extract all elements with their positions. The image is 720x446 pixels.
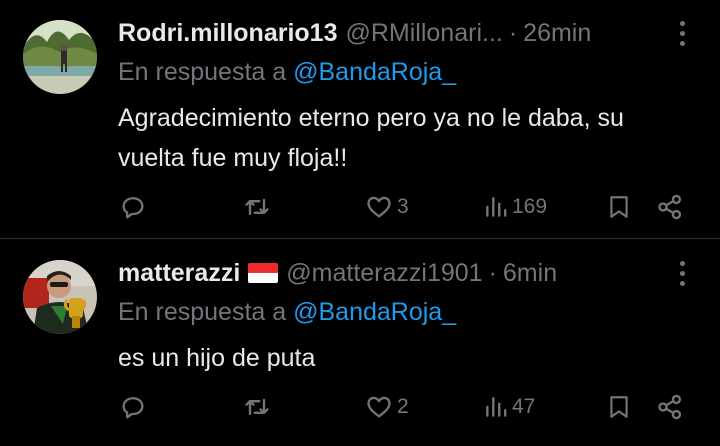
tweet-text-line: Agradecimiento eterno pero ya no le daba… [118,104,624,132]
like-button[interactable]: 2 [364,391,409,423]
views-icon [486,197,507,217]
reply-prefix: En respuesta a [118,58,287,86]
retweet-icon [245,198,269,216]
display-name[interactable]: Rodri.millonario13 [118,19,337,48]
share-button[interactable] [656,191,684,223]
tweet-text: Agradecimiento eterno pero ya no le daba… [118,98,624,178]
reply-mention-link[interactable]: @BandaRoja_ [293,298,456,326]
separator-dot: · [508,18,518,47]
retweet-button[interactable] [242,191,272,223]
view-count: 47 [512,395,536,418]
share-icon [658,194,682,220]
tweet-header: Rodri.millonario13 @RMillonari... · 26mi… [118,16,660,50]
retweet-icon [245,398,269,416]
timestamp[interactable]: 6min [503,259,557,288]
reply-prefix: En respuesta a [118,298,287,326]
more-icon[interactable] [672,18,692,48]
tweet[interactable]: matterazzi @matterazzi1901 · 6min En res… [0,239,720,446]
reply-icon [122,397,144,419]
reply-context: En respuesta a @BandaRoja_ [118,58,456,87]
reply-button[interactable] [119,391,147,423]
like-icon [367,396,391,418]
tweet-text-line: vuelta fue muy floja!! [118,144,348,172]
bookmark-button[interactable] [606,391,632,423]
action-bar: 3 169 [0,191,720,223]
reply-mention-link[interactable]: @BandaRoja_ [293,58,456,86]
tweet-header: matterazzi @matterazzi1901 · 6min [118,256,660,290]
reply-context: En respuesta a @BandaRoja_ [118,298,456,327]
flag-icon [248,263,279,283]
bookmark-icon [610,196,628,218]
display-name[interactable]: matterazzi [118,259,240,288]
retweet-button[interactable] [242,391,272,423]
like-count: 3 [397,195,409,218]
like-button[interactable]: 3 [364,191,409,223]
reply-button[interactable] [119,191,147,223]
share-button[interactable] [656,391,684,423]
views-button[interactable]: 169 [483,191,547,223]
timestamp[interactable]: 26min [523,19,591,48]
action-bar: 2 47 [0,391,720,423]
views-icon [486,397,507,417]
avatar[interactable] [23,260,97,334]
tweet[interactable]: Rodri.millonario13 @RMillonari... · 26mi… [0,0,720,238]
reply-icon [122,197,144,219]
share-icon [658,394,682,420]
tweet-text: es un hijo de puta [118,344,316,372]
view-count: 169 [512,195,548,218]
avatar[interactable] [23,20,97,94]
separator-dot: · [488,258,497,287]
user-handle[interactable]: @RMillonari... [345,19,502,48]
like-icon [367,196,391,218]
bookmark-icon [610,396,628,418]
bookmark-button[interactable] [606,191,632,223]
views-button[interactable]: 47 [483,391,535,423]
user-handle[interactable]: @matterazzi1901 [286,259,482,288]
like-count: 2 [397,395,409,418]
more-icon[interactable] [672,258,692,288]
